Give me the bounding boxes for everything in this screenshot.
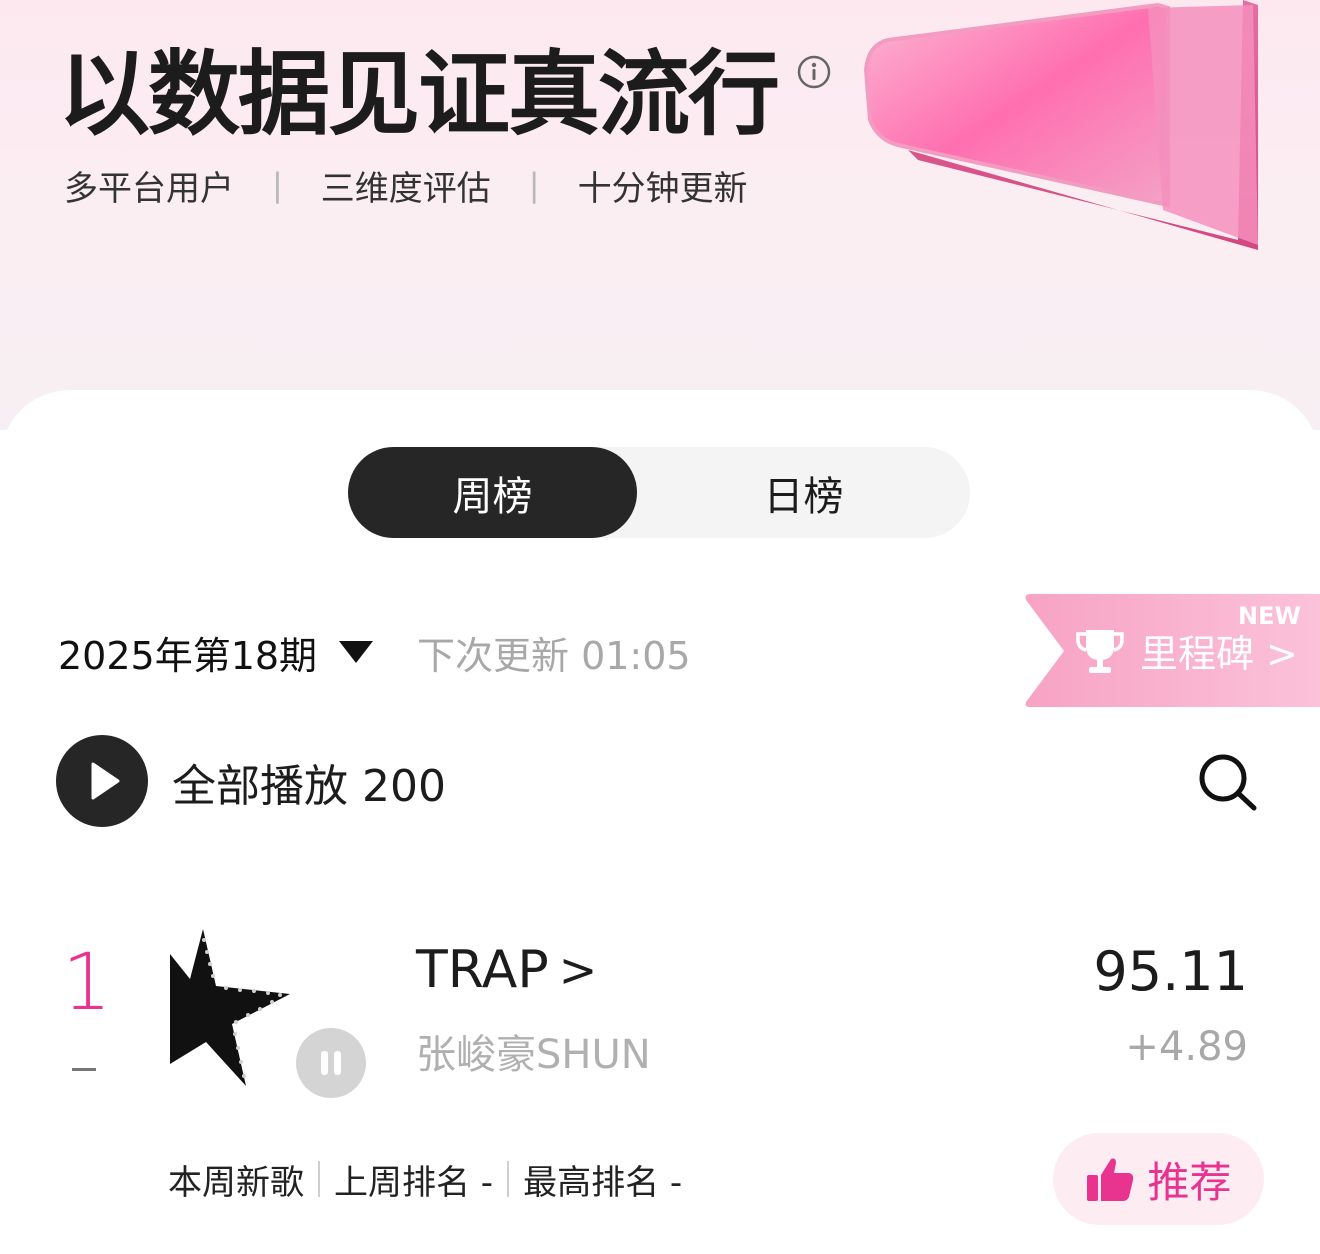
feature-three-dimension: 三维度评估 <box>320 168 491 209</box>
tab-weekly[interactable]: 周榜 <box>348 447 637 538</box>
recommend-label: 推荐 <box>1147 1157 1232 1207</box>
trophy-icon <box>1076 630 1124 673</box>
feature-separator: | <box>272 166 283 204</box>
recommend-button[interactable]: 推荐 <box>1053 1133 1264 1225</box>
play-all-label[interactable]: 全部播放 200 <box>172 753 446 812</box>
peak-rank: 最高排名 - <box>523 1162 683 1203</box>
brand-logo <box>863 0 1258 250</box>
pause-icon[interactable] <box>296 1028 366 1098</box>
tab-daily[interactable]: 日榜 <box>637 447 970 538</box>
song-meta: 本周新歌 上周排名 - 最高排名 - <box>168 1156 683 1203</box>
period-label: 2025年第18期 <box>58 633 318 678</box>
chart-period-toggle: 周榜 日榜 <box>348 447 970 538</box>
song-title[interactable]: TRAP > <box>416 940 597 1000</box>
hero-title: 以数据见证真流行 <box>58 41 780 148</box>
score-delta: +4.89 <box>1125 1024 1248 1070</box>
song-artist[interactable]: 张峻豪SHUN <box>416 1022 651 1080</box>
feature-multi-platform: 多平台用户 <box>64 168 234 209</box>
meta-divider <box>318 1161 320 1197</box>
milestone-button[interactable]: 里程碑 > NEW <box>1024 594 1320 707</box>
hero-banner: 以数据见证真流行 多平台用户 | 三维度评估 | 十分钟更新 <box>0 0 1320 430</box>
search-icon[interactable] <box>1196 752 1260 812</box>
play-all-button[interactable] <box>56 735 148 827</box>
caret-down-icon <box>339 641 374 663</box>
period-selector[interactable]: 2025年第18期 <box>58 624 374 680</box>
chevron-right-icon: > <box>1266 632 1298 676</box>
song-title-text: TRAP <box>416 940 549 1000</box>
feature-separator: | <box>528 166 540 204</box>
feature-ten-minute-update: 十分钟更新 <box>577 168 748 209</box>
next-update-text: 下次更新 01:05 <box>417 633 691 678</box>
hero-features: 多平台用户 | 三维度评估 | 十分钟更新 <box>64 162 748 209</box>
info-icon[interactable] <box>797 55 831 89</box>
rank-change-indicator <box>72 1068 96 1071</box>
album-cover[interactable] <box>168 924 293 1091</box>
milestone-label: 里程碑 <box>1140 632 1255 676</box>
meta-divider <box>507 1161 510 1197</box>
new-badge: NEW <box>1238 602 1301 630</box>
new-this-week: 本周新歌 <box>168 1162 304 1203</box>
last-week-rank: 上周排名 - <box>334 1162 494 1203</box>
thumbs-up-icon <box>1087 1158 1134 1201</box>
rank-number: 1 <box>62 938 112 1028</box>
play-icon <box>91 762 120 800</box>
song-score: 95.11 <box>1093 940 1248 1003</box>
chevron-right-icon: > <box>558 943 598 997</box>
